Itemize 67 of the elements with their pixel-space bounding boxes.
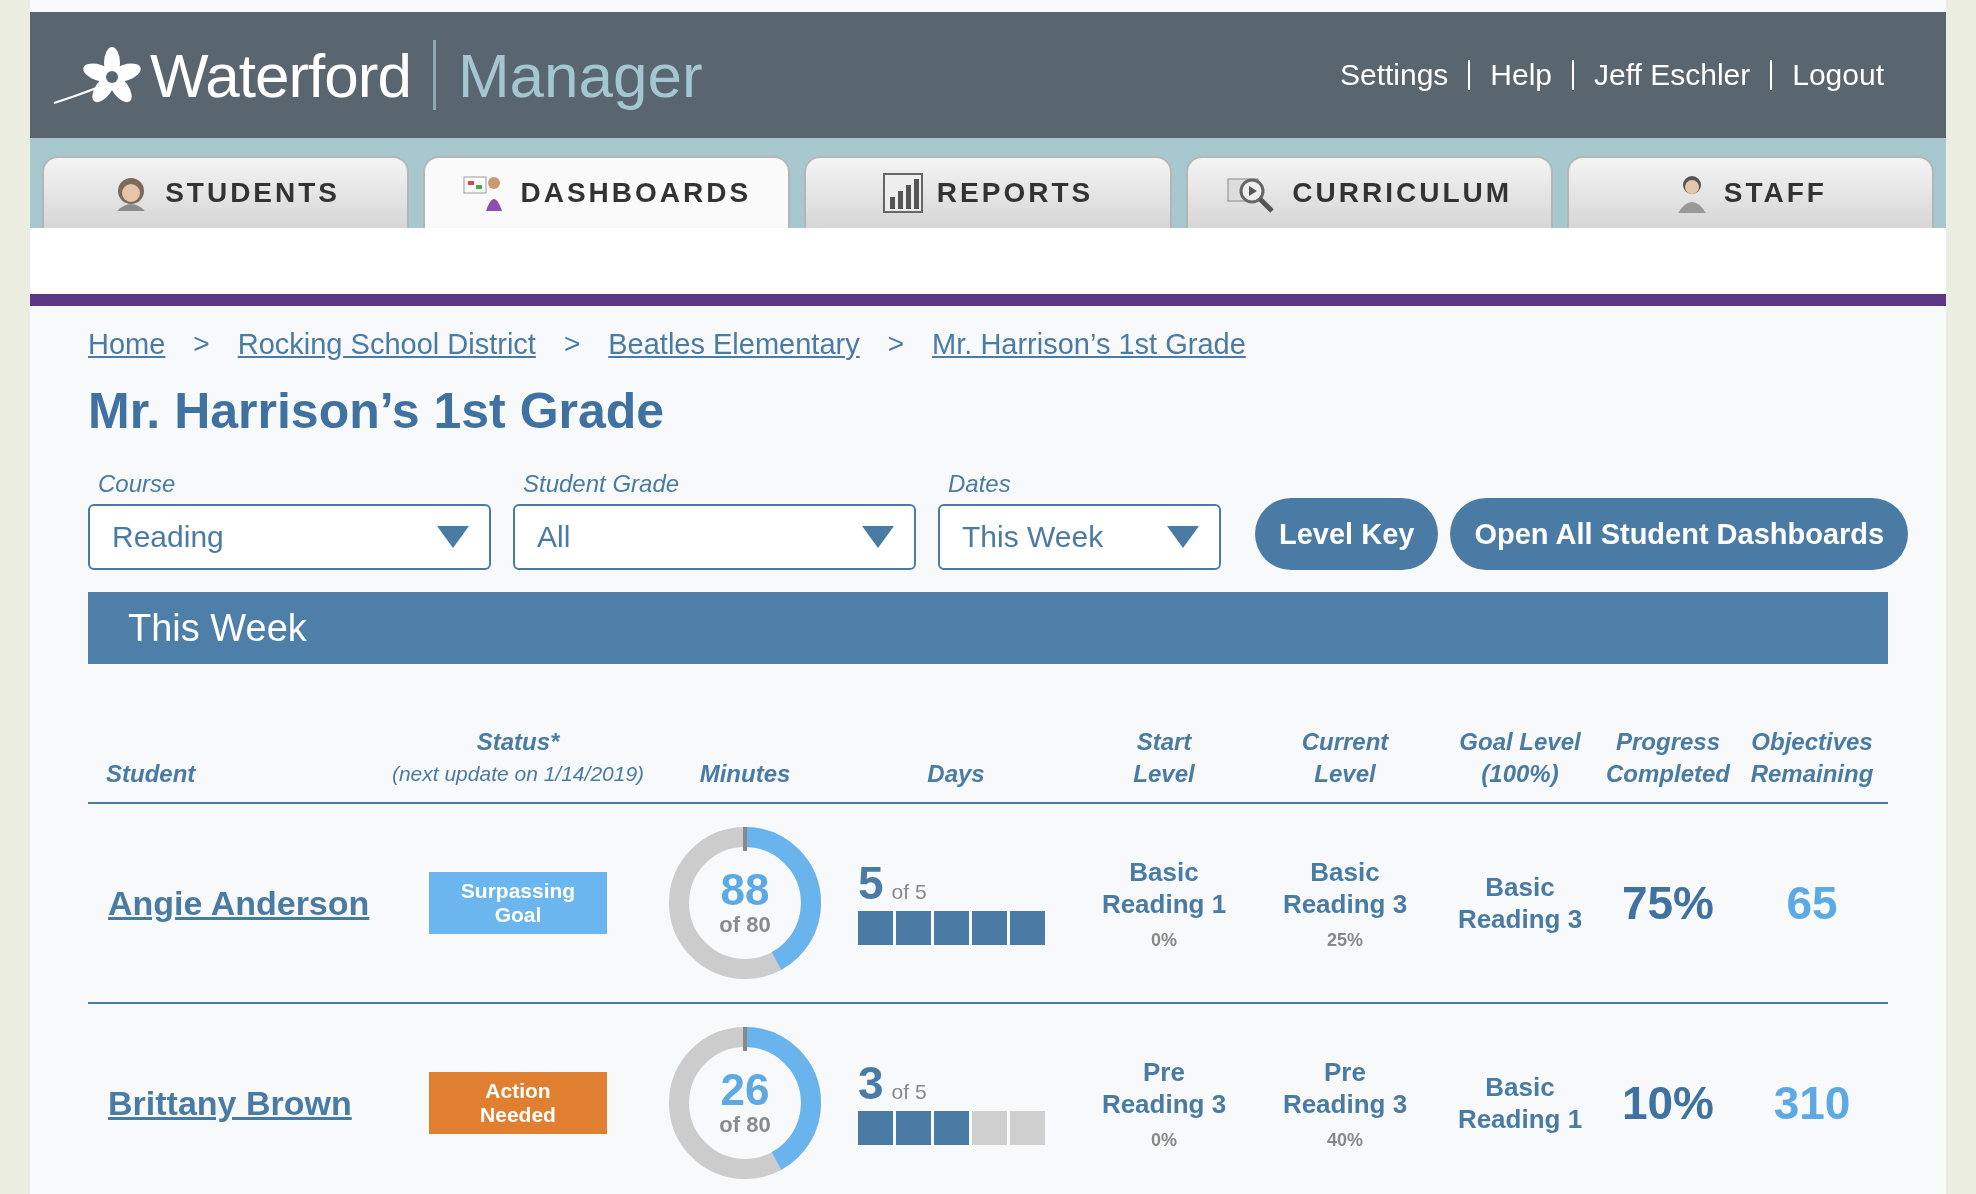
current-level: Basic Reading 3 [1281,855,1409,920]
breadcrumb-link[interactable]: Home [88,327,166,361]
dropdown-caret-icon [862,526,894,548]
objectives-count: 65 [1786,876,1838,930]
dropdown-caret-icon [437,526,469,548]
breadcrumb-separator: > [887,328,905,360]
column-header: Goal Level (100%) [1458,727,1582,789]
minutes-goal: of 80 [719,1112,771,1138]
page-title: Mr. Harrison’s 1st Grade [88,382,666,440]
nav-tab[interactable]: DASHBOARDS [423,156,791,228]
dropdown-caret-icon [1167,526,1199,548]
nav-tab[interactable]: STAFF [1566,156,1934,228]
header-link[interactable]: Logout [1770,60,1904,90]
column-header: Student [105,759,197,789]
filter-dropdown[interactable]: Reading [88,504,491,570]
column-header: Start Level [1132,727,1196,789]
filter-label: Dates [947,470,1012,498]
breadcrumb-separator: > [563,328,581,360]
objectives-count: 310 [1773,1076,1851,1130]
minutes-value: 26 [720,1068,770,1112]
student-link[interactable]: Brittany Brown [88,1083,352,1122]
days-total: of 5 [891,1080,927,1104]
product-name: Manager [457,39,703,111]
brand-name: Waterford [150,39,411,111]
column-header: Days [926,759,986,789]
nav-tab[interactable]: REPORTS [804,156,1172,228]
start-level: Pre Reading 3 [1100,1055,1228,1120]
breadcrumb-link[interactable]: Beatles Elementary [608,327,860,361]
column-header: Current Level [1300,727,1390,789]
progress-percent: 75% [1621,876,1715,930]
student-link[interactable]: Angie Anderson [88,883,370,922]
column-header: Minutes [698,759,792,789]
breadcrumb-link[interactable]: Mr. Harrison’s 1st Grade [932,327,1246,361]
breadcrumb-separator: > [193,328,210,360]
minutes-goal: of 80 [719,912,771,938]
nav-tab[interactable]: CURRICULUM [1185,156,1553,228]
column-header: Progress Completed [1605,727,1732,789]
filter-dropdown[interactable]: All [513,504,916,570]
level-percent: 0% [1151,929,1177,951]
action-button[interactable]: Level Key [1255,498,1439,570]
level-percent: 25% [1327,929,1363,951]
status-badge: Action Needed [429,1072,607,1134]
column-header: Status* (next update on 1/14/2019) [390,727,646,787]
days-value: 5 [858,861,884,905]
header-link[interactable]: Settings [1319,60,1469,90]
status-badge: Surpassing Goal [429,872,607,934]
column-header: Objectives Remaining [1749,727,1875,789]
nav-tab[interactable]: STUDENTS [42,156,410,228]
current-level: Pre Reading 3 [1281,1055,1409,1120]
action-button[interactable]: Open All Student Dashboards [1450,498,1909,570]
goal-level: Basic Reading 1 [1456,1071,1584,1135]
goal-level: Basic Reading 3 [1456,871,1584,935]
level-percent: 40% [1327,1129,1363,1151]
bar-chart-icon [882,173,923,213]
filter-label: Course [97,470,177,498]
header-link[interactable]: Help [1468,60,1573,90]
period-banner: This Week [88,592,1888,664]
breadcrumb-link[interactable]: Rocking School District [237,327,536,361]
days-total: of 5 [891,880,927,904]
days-value: 3 [858,1061,884,1105]
minutes-value: 88 [720,868,770,912]
filter-label: Student Grade [522,470,681,498]
start-level: Basic Reading 1 [1100,855,1228,920]
filter-dropdown[interactable]: This Week [938,504,1221,570]
header-link[interactable]: Jeff Eschler [1572,60,1771,90]
level-percent: 0% [1151,1129,1177,1151]
progress-percent: 10% [1621,1076,1715,1130]
